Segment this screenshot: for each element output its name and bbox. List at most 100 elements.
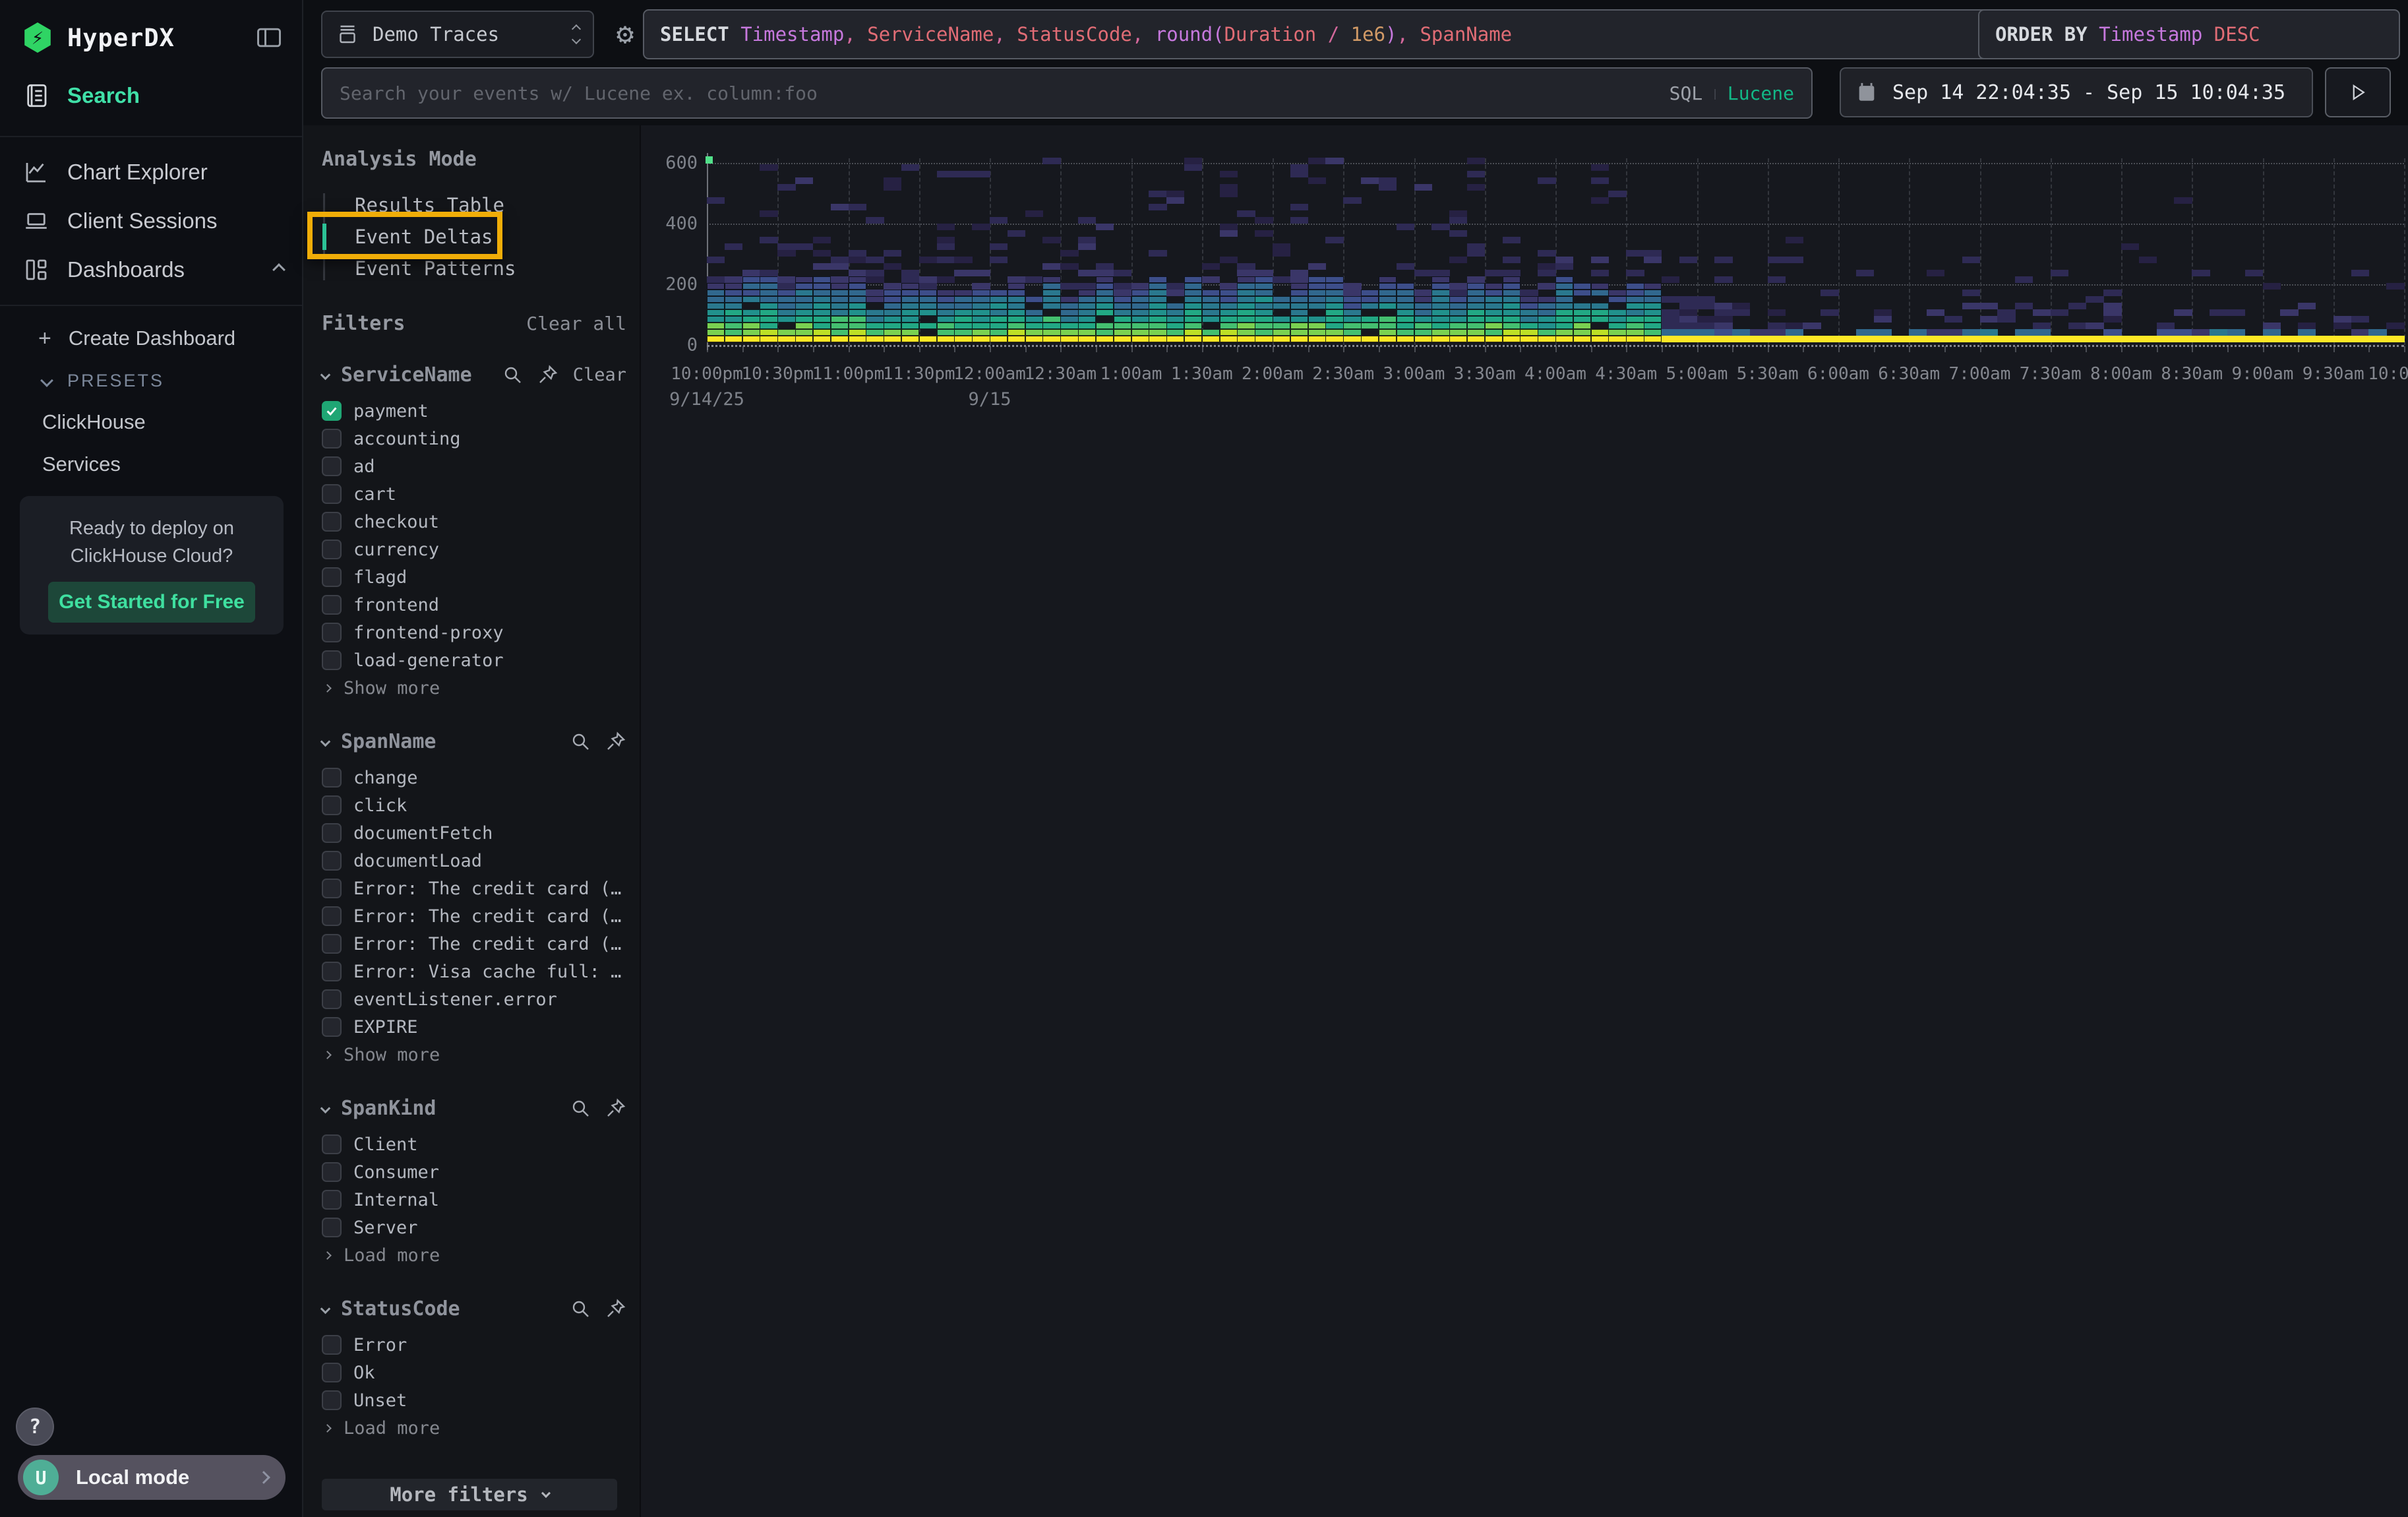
show-more-button[interactable]: Load more xyxy=(322,1241,626,1269)
filter-option-error-the-credit-card-[interactable]: Error: The credit card (… xyxy=(322,902,626,930)
search-icon[interactable] xyxy=(502,364,523,385)
sidebar-item-search[interactable]: Search xyxy=(0,71,302,120)
filter-option-flagd[interactable]: flagd xyxy=(322,563,626,591)
search-icon[interactable] xyxy=(570,1098,591,1119)
filter-option-unset[interactable]: Unset xyxy=(322,1386,626,1414)
analysis-mode-item-event-deltas[interactable]: Event Deltas xyxy=(323,221,626,253)
checkbox-unchecked[interactable] xyxy=(322,1162,342,1182)
show-more-button[interactable]: Show more xyxy=(322,1041,626,1068)
checkbox-unchecked[interactable] xyxy=(322,1363,342,1382)
filter-option-error-the-credit-card-[interactable]: Error: The credit card (… xyxy=(322,875,626,902)
source-select[interactable]: Demo Traces xyxy=(321,11,594,58)
checkbox-unchecked[interactable] xyxy=(322,906,342,926)
checkbox-unchecked[interactable] xyxy=(322,879,342,898)
show-more-button[interactable]: Show more xyxy=(322,674,626,702)
filter-option-error-visa-cache-full-[interactable]: Error: Visa cache full: … xyxy=(322,958,626,985)
chevron-down-icon[interactable] xyxy=(320,1303,331,1314)
filter-option-change[interactable]: change xyxy=(322,764,626,791)
filter-option-client[interactable]: Client xyxy=(322,1130,626,1158)
checkbox-unchecked[interactable] xyxy=(322,567,342,587)
gear-icon[interactable]: ⚙ xyxy=(607,16,644,53)
checkbox-checked[interactable] xyxy=(322,401,342,421)
sidebar-item-client-sessions[interactable]: Client Sessions xyxy=(0,197,302,245)
checkbox-unchecked[interactable] xyxy=(322,650,342,670)
filter-option-consumer[interactable]: Consumer xyxy=(322,1158,626,1186)
checkbox-unchecked[interactable] xyxy=(322,595,342,615)
show-more-button[interactable]: Load more xyxy=(322,1414,626,1442)
sidebar-preset-clickhouse[interactable]: ClickHouse xyxy=(0,401,302,443)
filter-option-cart[interactable]: cart xyxy=(322,480,626,508)
checkbox-unchecked[interactable] xyxy=(322,1218,342,1237)
mode-sql-toggle[interactable]: SQL xyxy=(1670,82,1703,104)
checkbox-unchecked[interactable] xyxy=(322,1190,342,1210)
filter-option-documentfetch[interactable]: documentFetch xyxy=(322,819,626,847)
chevron-down-icon[interactable] xyxy=(320,1103,331,1113)
mode-lucene-toggle[interactable]: Lucene xyxy=(1728,82,1794,104)
search-input[interactable] xyxy=(340,82,1670,104)
filter-option-frontend[interactable]: frontend xyxy=(322,591,626,619)
pin-icon[interactable] xyxy=(605,731,626,752)
chevron-up-icon[interactable] xyxy=(272,263,286,276)
date-range-picker[interactable]: Sep 14 22:04:35 - Sep 15 10:04:35 xyxy=(1840,67,2313,117)
clear-all-button[interactable]: Clear all xyxy=(526,313,626,334)
analysis-mode-item-results-table[interactable]: Results Table xyxy=(323,189,626,221)
analysis-mode-item-event-patterns[interactable]: Event Patterns xyxy=(323,253,626,284)
filter-section-title[interactable]: ServiceName xyxy=(341,363,502,387)
checkbox-unchecked[interactable] xyxy=(322,989,342,1009)
clear-facet-button[interactable]: Clear xyxy=(573,365,626,385)
checkbox-unchecked[interactable] xyxy=(322,484,342,504)
filter-option-click[interactable]: click xyxy=(322,791,626,819)
checkbox-unchecked[interactable] xyxy=(322,1134,342,1154)
sidebar-preset-services[interactable]: Services xyxy=(0,443,302,485)
filter-option-internal[interactable]: Internal xyxy=(322,1186,626,1214)
filter-option-error-the-credit-card-[interactable]: Error: The credit card (… xyxy=(322,930,626,958)
sidebar-item-chart-explorer[interactable]: Chart Explorer xyxy=(0,148,302,197)
chevron-down-icon[interactable] xyxy=(320,369,331,380)
pin-icon[interactable] xyxy=(537,364,558,385)
checkbox-unchecked[interactable] xyxy=(322,623,342,642)
checkbox-unchecked[interactable] xyxy=(322,962,342,981)
more-filters-button[interactable]: More filters xyxy=(322,1479,617,1510)
checkbox-unchecked[interactable] xyxy=(322,1390,342,1410)
checkbox-unchecked[interactable] xyxy=(322,429,342,449)
checkbox-unchecked[interactable] xyxy=(322,934,342,954)
checkbox-unchecked[interactable] xyxy=(322,512,342,532)
run-query-button[interactable] xyxy=(2325,67,2391,117)
filter-option-server[interactable]: Server xyxy=(322,1214,626,1241)
filter-option-currency[interactable]: currency xyxy=(322,536,626,563)
filter-option-error[interactable]: Error xyxy=(322,1331,626,1359)
checkbox-unchecked[interactable] xyxy=(322,1335,342,1355)
sidebar-item-dashboards[interactable]: Dashboards xyxy=(0,245,302,294)
checkbox-unchecked[interactable] xyxy=(322,851,342,871)
filter-option-accounting[interactable]: accounting xyxy=(322,425,626,452)
filter-option-expire[interactable]: EXPIRE xyxy=(322,1013,626,1041)
filter-section-title[interactable]: StatusCode xyxy=(341,1297,570,1320)
filter-option-load-generator[interactable]: load-generator xyxy=(322,646,626,674)
pin-icon[interactable] xyxy=(605,1098,626,1119)
duration-heatmap[interactable]: 020040060010:00pm10:30pm11:00pm11:30pm12… xyxy=(641,125,2408,455)
chevron-down-icon[interactable] xyxy=(320,736,331,747)
filter-option-checkout[interactable]: checkout xyxy=(322,508,626,536)
checkbox-unchecked[interactable] xyxy=(322,540,342,559)
checkbox-unchecked[interactable] xyxy=(322,1017,342,1037)
checkbox-unchecked[interactable] xyxy=(322,768,342,788)
filter-option-ad[interactable]: ad xyxy=(322,452,626,480)
filter-option-payment[interactable]: payment xyxy=(322,397,626,425)
pin-icon[interactable] xyxy=(605,1298,626,1319)
filter-option-documentload[interactable]: documentLoad xyxy=(322,847,626,875)
checkbox-unchecked[interactable] xyxy=(322,795,342,815)
help-button[interactable]: ? xyxy=(16,1408,54,1446)
search-icon[interactable] xyxy=(570,1298,591,1319)
order-by-editor[interactable]: ORDER BY Timestamp DESC xyxy=(1978,9,2400,59)
user-menu[interactable]: U Local mode xyxy=(18,1455,286,1500)
presets-toggle[interactable]: PRESETS xyxy=(0,360,302,401)
get-started-button[interactable]: Get Started for Free xyxy=(48,582,255,623)
search-icon[interactable] xyxy=(570,731,591,752)
collapse-sidebar-icon[interactable] xyxy=(255,23,284,52)
create-dashboard-button[interactable]: + Create Dashboard xyxy=(0,317,302,360)
filter-option-frontend-proxy[interactable]: frontend-proxy xyxy=(322,619,626,646)
filter-section-title[interactable]: SpanName xyxy=(341,730,570,753)
filter-option-eventlistener-error[interactable]: eventListener.error xyxy=(322,985,626,1013)
filter-section-title[interactable]: SpanKind xyxy=(341,1097,570,1120)
checkbox-unchecked[interactable] xyxy=(322,456,342,476)
